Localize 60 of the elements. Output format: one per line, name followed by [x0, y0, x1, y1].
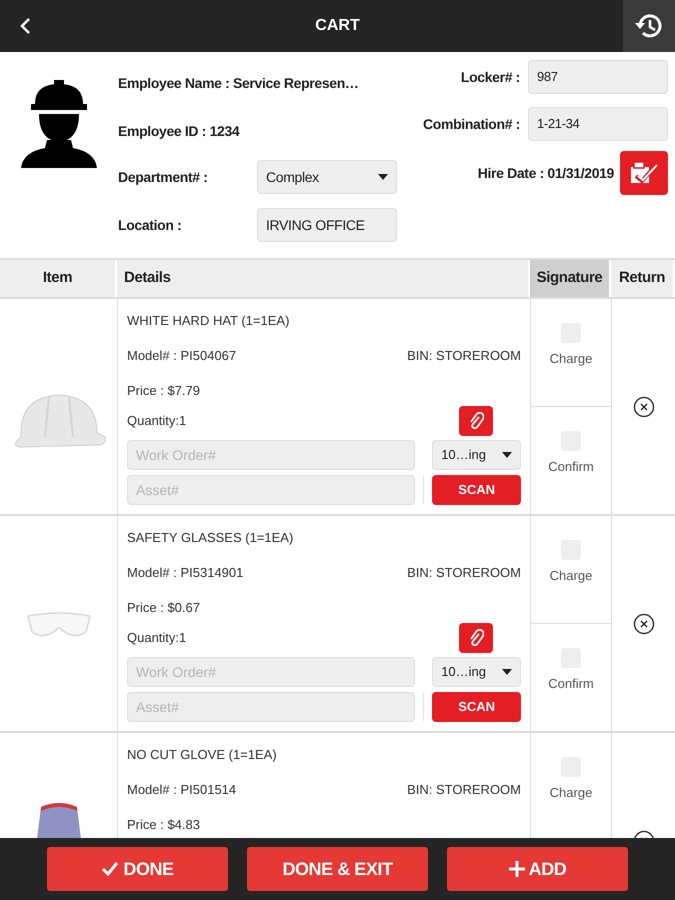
- close-icon: [632, 612, 654, 634]
- work-order-field[interactable]: Work Order#: [127, 440, 416, 470]
- checkbox-label: Confirm: [548, 458, 594, 476]
- combination-label: Combination# :: [423, 114, 520, 134]
- column-header[interactable]: Signature: [530, 260, 611, 297]
- paperclip-icon: [468, 412, 484, 430]
- screen-title: CART: [315, 16, 360, 36]
- department-dropdown[interactable]: Complex: [257, 160, 397, 194]
- scan-button[interactable]: SCAN: [432, 475, 521, 505]
- quantity-dropdown[interactable]: 10…ing: [432, 440, 521, 470]
- location-field[interactable]: IRVING OFFICE: [257, 208, 397, 242]
- quantity-dropdown[interactable]: 10…ing: [432, 657, 521, 687]
- item-quantity: Quantity:1: [127, 629, 186, 648]
- edit-signature-button[interactable]: [620, 151, 668, 195]
- item-title: NO CUT GLOVE (1=1EA): [127, 746, 278, 764]
- item-title: SAFETY GLASSES (1=1EA): [127, 529, 294, 547]
- footer-button[interactable]: DONE: [47, 847, 228, 891]
- hire-date: Hire Date : 01/31/2019: [478, 164, 614, 182]
- item-price: Price : $0.67: [127, 599, 201, 617]
- paperclip-icon: [468, 629, 484, 647]
- caret-icon: [502, 452, 512, 458]
- caret-icon: [502, 669, 512, 675]
- item-title: WHITE HARD HAT (1=1EA): [127, 312, 290, 330]
- item-price: Price : $7.79: [127, 382, 201, 400]
- checkbox-label: Charge: [550, 784, 592, 802]
- bin-location: BIN: STOREROOM: [407, 781, 521, 799]
- model-number: Model# : PI5314901: [127, 564, 244, 582]
- worker-silhouette-icon: [19, 78, 99, 168]
- attach-button[interactable]: [459, 623, 493, 653]
- footer-button[interactable]: ADD: [447, 847, 628, 891]
- work-order-field[interactable]: Work Order#: [127, 657, 416, 687]
- item-price: Price : $4.83: [127, 816, 201, 834]
- scan-button[interactable]: SCAN: [432, 692, 521, 722]
- employee-name: Employee Name : Service Represen…: [118, 74, 360, 93]
- caret-icon: [378, 174, 388, 180]
- locker-label: Locker# :: [460, 68, 520, 86]
- checkbox-label: Confirm: [548, 674, 594, 692]
- item-quantity: Quantity:1: [127, 412, 186, 430]
- department-label: Department# :: [118, 168, 209, 187]
- history-button[interactable]: [623, 0, 675, 52]
- remove-button[interactable]: [632, 396, 654, 418]
- asset-field[interactable]: Asset#: [127, 692, 416, 722]
- checkbox-label: Charge: [550, 567, 592, 585]
- remove-button[interactable]: [632, 612, 654, 634]
- employee-id: Employee ID : 1234: [118, 122, 241, 141]
- footer-button[interactable]: DONE & EXIT: [247, 847, 428, 891]
- combination-field[interactable]: 1-21-34: [528, 107, 668, 141]
- bin-location: BIN: STOREROOM: [407, 564, 521, 582]
- asset-field[interactable]: Asset#: [127, 475, 416, 505]
- plus-icon: [508, 861, 525, 877]
- model-number: Model# : PI501514: [127, 781, 236, 799]
- checkbox-label: Charge: [550, 350, 592, 368]
- bin-location: BIN: STOREROOM: [407, 347, 521, 365]
- location-label: Location :: [118, 216, 182, 234]
- locker-field[interactable]: 987: [528, 60, 668, 94]
- back-icon: [19, 17, 33, 35]
- close-icon: [632, 396, 654, 418]
- attach-button[interactable]: [459, 406, 493, 436]
- model-number: Model# : PI504067: [127, 347, 236, 365]
- check-icon: [101, 861, 120, 877]
